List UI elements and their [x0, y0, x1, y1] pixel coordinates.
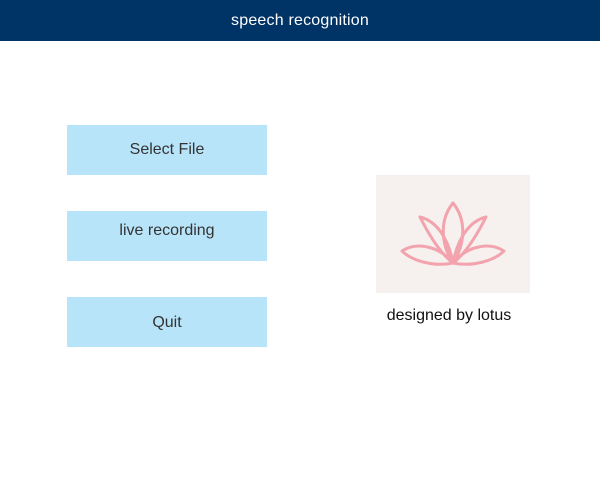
select-file-button[interactable]: Select File [67, 125, 267, 175]
title-bar: speech recognition [0, 0, 600, 41]
quit-button[interactable]: Quit [67, 297, 267, 347]
window-title: speech recognition [231, 11, 369, 29]
lotus-icon [400, 201, 506, 266]
logo-caption: designed by lotus [386, 307, 512, 324]
logo-panel [376, 175, 530, 293]
live-recording-button[interactable]: live recording [67, 211, 267, 261]
